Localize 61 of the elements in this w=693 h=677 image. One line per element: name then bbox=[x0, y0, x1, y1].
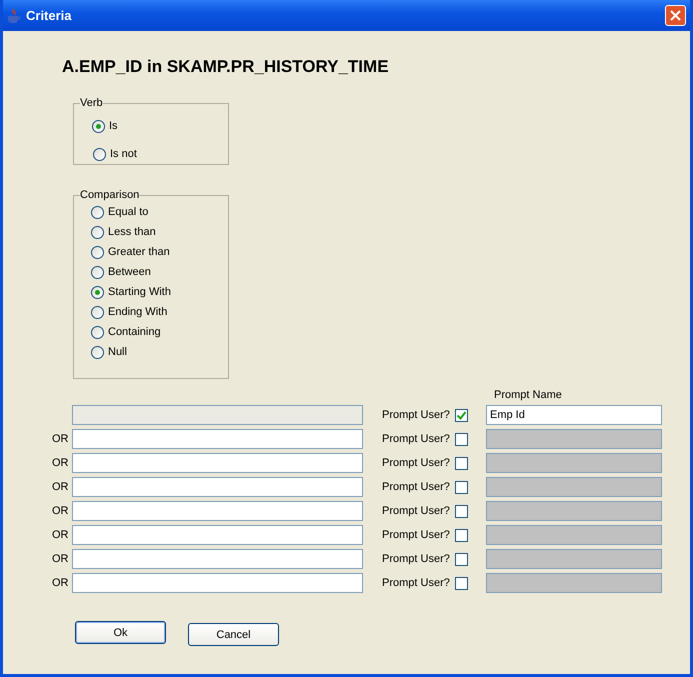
close-icon bbox=[670, 10, 681, 21]
dialog-button[interactable]: Cancel bbox=[188, 623, 279, 646]
checkbox[interactable] bbox=[455, 552, 468, 566]
checkbox[interactable] bbox=[455, 480, 468, 494]
or-label: OR bbox=[52, 529, 70, 541]
input-field[interactable] bbox=[72, 429, 363, 449]
dialog-button[interactable]: Ok bbox=[75, 621, 166, 644]
radio-label: Containing bbox=[108, 326, 161, 338]
group-label: Verb bbox=[80, 97, 103, 109]
or-label: OR bbox=[52, 433, 70, 445]
radio-button[interactable] bbox=[93, 148, 106, 160]
radio-button[interactable] bbox=[91, 246, 104, 258]
or-label: OR bbox=[52, 553, 70, 565]
radio-button[interactable] bbox=[91, 226, 104, 238]
input-field[interactable]: Emp Id bbox=[486, 405, 662, 425]
radio-label: Starting With bbox=[108, 286, 171, 298]
radio-button[interactable] bbox=[91, 286, 104, 298]
input-field[interactable] bbox=[72, 501, 363, 521]
radio-label: Is bbox=[109, 120, 118, 132]
checkbox[interactable] bbox=[455, 432, 468, 446]
or-label: OR bbox=[52, 457, 70, 469]
radio-button[interactable] bbox=[92, 120, 105, 132]
window-title: Criteria bbox=[26, 8, 73, 23]
input-field[interactable] bbox=[72, 525, 363, 545]
checkbox-label: Prompt User? bbox=[382, 504, 450, 518]
or-label: OR bbox=[52, 577, 70, 589]
radio-button[interactable] bbox=[91, 346, 104, 358]
input-field[interactable] bbox=[72, 573, 363, 593]
radio-label: Equal to bbox=[108, 206, 148, 218]
checkbox-label: Prompt User? bbox=[382, 480, 450, 494]
group-label: Comparison bbox=[80, 189, 140, 201]
input-field[interactable] bbox=[72, 453, 363, 473]
checkbox-label: Prompt User? bbox=[382, 576, 450, 590]
radio-button[interactable] bbox=[91, 326, 104, 338]
checkbox[interactable] bbox=[455, 576, 468, 590]
checkbox-label: Prompt User? bbox=[382, 408, 450, 422]
radio-label: Null bbox=[108, 346, 127, 358]
heading: A.EMP_ID in SKAMP.PR_HISTORY_TIME bbox=[62, 57, 389, 77]
checkbox-label: Prompt User? bbox=[382, 432, 450, 446]
radio-label: Ending With bbox=[108, 306, 168, 318]
radio-label: Is not bbox=[110, 148, 137, 160]
radio-label: Less than bbox=[108, 226, 156, 238]
or-label: OR bbox=[52, 505, 70, 517]
checkbox[interactable] bbox=[455, 456, 468, 470]
radio-label: Greater than bbox=[108, 246, 170, 258]
checkbox[interactable] bbox=[455, 504, 468, 518]
coffee-cup-icon bbox=[7, 8, 21, 24]
radio-button[interactable] bbox=[91, 206, 104, 218]
input-field[interactable] bbox=[72, 549, 363, 569]
close-button[interactable] bbox=[665, 5, 686, 26]
checkbox-label: Prompt User? bbox=[382, 528, 450, 542]
checkbox-label: Prompt User? bbox=[382, 552, 450, 566]
checkbox[interactable] bbox=[455, 528, 468, 542]
column-header: Prompt Name bbox=[494, 389, 563, 401]
input-field[interactable] bbox=[72, 477, 363, 497]
or-label: OR bbox=[52, 481, 70, 493]
checkbox[interactable] bbox=[455, 408, 468, 422]
checkbox-label: Prompt User? bbox=[382, 456, 450, 470]
radio-button[interactable] bbox=[91, 266, 104, 278]
radio-label: Between bbox=[108, 266, 151, 278]
radio-button[interactable] bbox=[91, 306, 104, 318]
